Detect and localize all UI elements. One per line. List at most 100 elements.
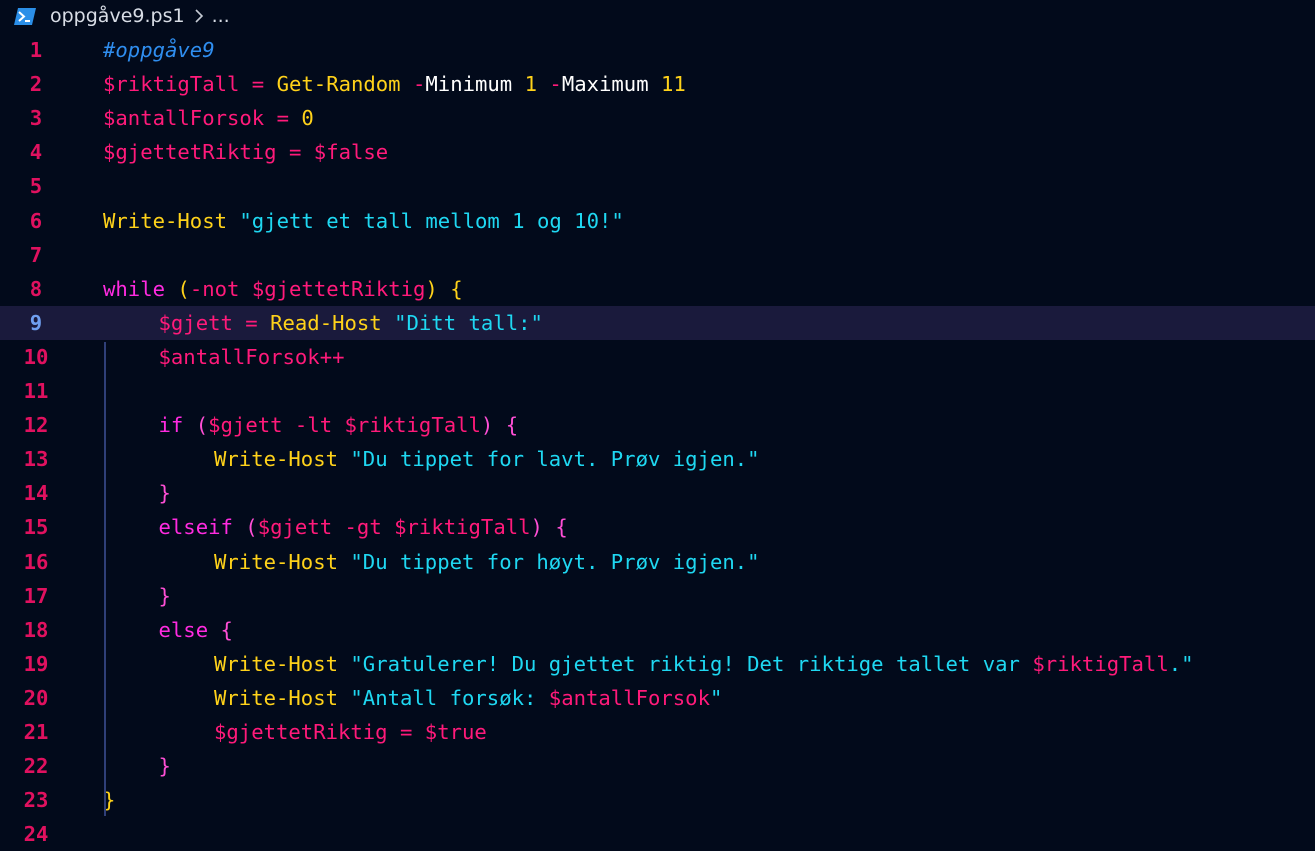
code-token: ( — [232, 515, 258, 540]
line-number: 23 — [23, 788, 49, 813]
line-number: 1 — [29, 38, 43, 62]
code-token: } — [158, 754, 171, 779]
code-line[interactable]: 21 $gjettetRiktig = $true — [0, 715, 1315, 749]
line-number: 24 — [23, 822, 49, 847]
indent-guide — [104, 342, 106, 816]
code-text: } — [159, 749, 171, 783]
code-token: ." — [1168, 651, 1194, 676]
code-token: Write-Host — [103, 208, 227, 233]
code-token: Write-Host — [214, 549, 338, 574]
code-token: Maximum — [561, 72, 649, 97]
code-token: #oppgåve9 — [103, 38, 215, 62]
code-line[interactable]: 15 elseif ($gjett -gt $riktigTall) { — [0, 510, 1315, 544]
code-text: Write-Host "Du tippet for høyt. Prøv igj… — [214, 545, 760, 579]
code-line[interactable]: 13 Write-Host "Du tippet for lavt. Prøv i… — [0, 442, 1315, 476]
code-token: ) { — [425, 276, 463, 301]
code-line[interactable]: 11 — [0, 374, 1315, 408]
code-line[interactable]: 7 — [0, 238, 1315, 272]
code-line[interactable]: 3 $antallForsok = 0 — [0, 101, 1315, 135]
code-text: Write-Host "Antall forsøk: $antallForsok… — [214, 681, 722, 715]
code-editor[interactable]: 1 #oppgåve9 2 $riktigTall = Get-Random -Min… — [0, 33, 1315, 846]
code-line[interactable]: 24 — [0, 817, 1315, 851]
code-line[interactable]: 14} — [0, 476, 1315, 510]
code-line[interactable]: 22} — [0, 749, 1315, 783]
code-line[interactable]: 19 Write-Host "Gratulerer! Du gjettet rik… — [0, 647, 1315, 681]
code-token: Write-Host — [214, 447, 338, 472]
code-token: = — [239, 72, 277, 97]
code-token: $antallForsok — [548, 685, 710, 710]
code-text: $antallForsok = 0 — [103, 101, 314, 135]
code-token: $gjettetRiktig — [251, 276, 426, 301]
code-text: Write-Host "gjett et tall mellom 1 og 10… — [103, 204, 624, 238]
line-number: 19 — [23, 651, 49, 676]
code-token: - — [413, 72, 426, 97]
code-token: $antallForsok — [103, 106, 265, 131]
code-token: } — [158, 583, 171, 608]
code-line[interactable]: 1 #oppgåve9 — [0, 33, 1315, 67]
powershell-icon — [14, 7, 36, 25]
code-line[interactable]: 18 else { — [0, 613, 1315, 647]
code-line[interactable]: 23} — [0, 783, 1315, 817]
code-line[interactable]: 12 if ($gjett -lt $riktigTall) { — [0, 408, 1315, 442]
code-token: = — [387, 720, 425, 744]
code-line[interactable]: 2 $riktigTall = Get-Random -Minimum 1 -Ma… — [0, 67, 1315, 101]
code-line[interactable]: 9 $gjett = Read-Host "Ditt tall:" — [0, 305, 1315, 340]
code-token: ( — [183, 413, 209, 438]
line-number: 17 — [23, 583, 49, 608]
line-number: 6 — [29, 208, 43, 233]
code-token: $riktigTall — [1032, 651, 1169, 676]
line-number: 5 — [29, 174, 43, 199]
code-token: $gjett — [208, 413, 283, 438]
code-token: = — [232, 310, 271, 335]
code-line[interactable]: 5 — [0, 169, 1315, 203]
code-token: $riktigTall — [103, 72, 240, 97]
line-number: 18 — [23, 617, 49, 642]
code-token: 0 — [301, 106, 314, 131]
code-line[interactable]: 16 Write-Host "Du tippet for høyt. Prøv i… — [0, 545, 1315, 579]
line-number: 15 — [23, 515, 49, 540]
code-text: elseif ($gjett -gt $riktigTall) { — [159, 510, 568, 544]
code-token: Write-Host — [214, 651, 338, 676]
code-token: ++ — [319, 344, 345, 369]
code-token: ( — [165, 276, 190, 301]
line-number: 14 — [23, 481, 49, 506]
code-token: Read-Host — [270, 310, 382, 335]
line-number: 20 — [23, 685, 49, 710]
code-token: "gjett et tall mellom 1 og 10!" — [239, 208, 624, 233]
code-line[interactable]: 6 Write-Host "gjett et tall mellom 1 og 1… — [0, 204, 1315, 238]
code-token: $gjettetRiktig — [103, 140, 277, 165]
code-token: 11 — [648, 72, 686, 97]
line-number: 9 — [29, 310, 43, 335]
code-token: $antallForsok — [158, 344, 320, 369]
code-text: $gjett = Read-Host "Ditt tall:" — [159, 306, 543, 340]
code-token: " — [709, 685, 723, 710]
code-line[interactable]: 20 Write-Host "Antall forsøk: $antallFors… — [0, 681, 1315, 715]
code-token: -not — [189, 276, 240, 301]
code-token: -lt — [282, 413, 345, 438]
code-token: -gt — [332, 515, 395, 540]
line-number: 7 — [29, 242, 43, 267]
line-number: 12 — [23, 413, 49, 438]
code-line[interactable]: 4 $gjettetRiktig = $false — [0, 135, 1315, 169]
code-token: $gjettetRiktig — [214, 720, 388, 744]
code-token: elseif — [158, 515, 233, 540]
code-text: } — [159, 579, 171, 613]
line-number: 11 — [23, 379, 49, 403]
code-token: while — [103, 276, 165, 301]
breadcrumb-more[interactable]: ... — [212, 5, 230, 27]
line-number: 16 — [23, 549, 49, 574]
code-line[interactable]: 8 while (-not $gjettetRiktig) { — [0, 272, 1315, 306]
line-number: 22 — [23, 754, 49, 779]
code-line[interactable]: 10 $antallForsok++ — [0, 340, 1315, 374]
breadcrumb: oppgåve9.ps1 ... — [0, 0, 1315, 32]
breadcrumb-file[interactable]: oppgåve9.ps1 — [50, 5, 185, 27]
line-number: 2 — [29, 72, 43, 97]
code-token: "Du tippet for lavt. Prøv igjen." — [350, 447, 760, 472]
line-number: 3 — [29, 106, 43, 131]
code-line[interactable]: 17} — [0, 579, 1315, 613]
